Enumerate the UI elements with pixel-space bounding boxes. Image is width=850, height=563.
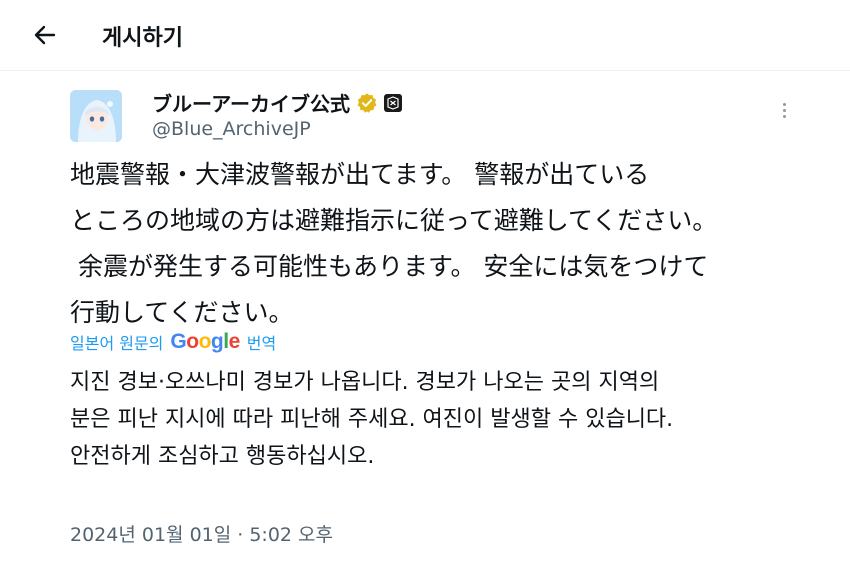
google-logo-letter: e (228, 330, 241, 353)
translation-attribution-link[interactable]: 일본어 원문의 Google 번역 (70, 330, 276, 354)
google-logo-letter: g (210, 330, 224, 353)
back-button[interactable] (28, 18, 62, 52)
translation-prefix: 일본어 원문의 (70, 334, 164, 353)
page-title: 게시하기 (102, 26, 183, 51)
top-bar: 게시하기 (0, 0, 850, 71)
google-logo: Google (170, 330, 241, 354)
affiliate-badge-icon[interactable] (384, 93, 402, 112)
more-dot (782, 108, 786, 112)
verified-badge-icon[interactable] (356, 92, 378, 114)
arrow-left-icon (34, 25, 56, 45)
author-display-name[interactable]: ブルーアーカイブ公式 (152, 88, 402, 117)
google-logo-letter: o (186, 330, 199, 353)
author-name-text: ブルーアーカイブ公式 (152, 92, 350, 116)
post-translated-text: 지진 경보·오쓰나미 경보가 나옵니다. 경보가 나오는 곳의 지역의 분은 피… (70, 370, 674, 469)
author-handle[interactable]: @Blue_ArchiveJP (152, 118, 311, 140)
google-logo-letter: G (170, 330, 187, 353)
translation-suffix: 번역 (246, 334, 277, 353)
google-logo-letter: o (198, 330, 212, 353)
avatar-image (70, 90, 122, 142)
more-vertical-icon (782, 102, 786, 106)
more-dot (782, 114, 786, 118)
post-original-text: 地震警報・大津波警報が出てます。 警報が出ている ところの地域の方は避難指示に従… (70, 160, 718, 327)
avatar[interactable] (70, 90, 122, 142)
post-timestamp[interactable]: 2024년 01월 01일 · 5:02 오후 (70, 520, 333, 547)
more-options-button[interactable] (774, 100, 794, 120)
